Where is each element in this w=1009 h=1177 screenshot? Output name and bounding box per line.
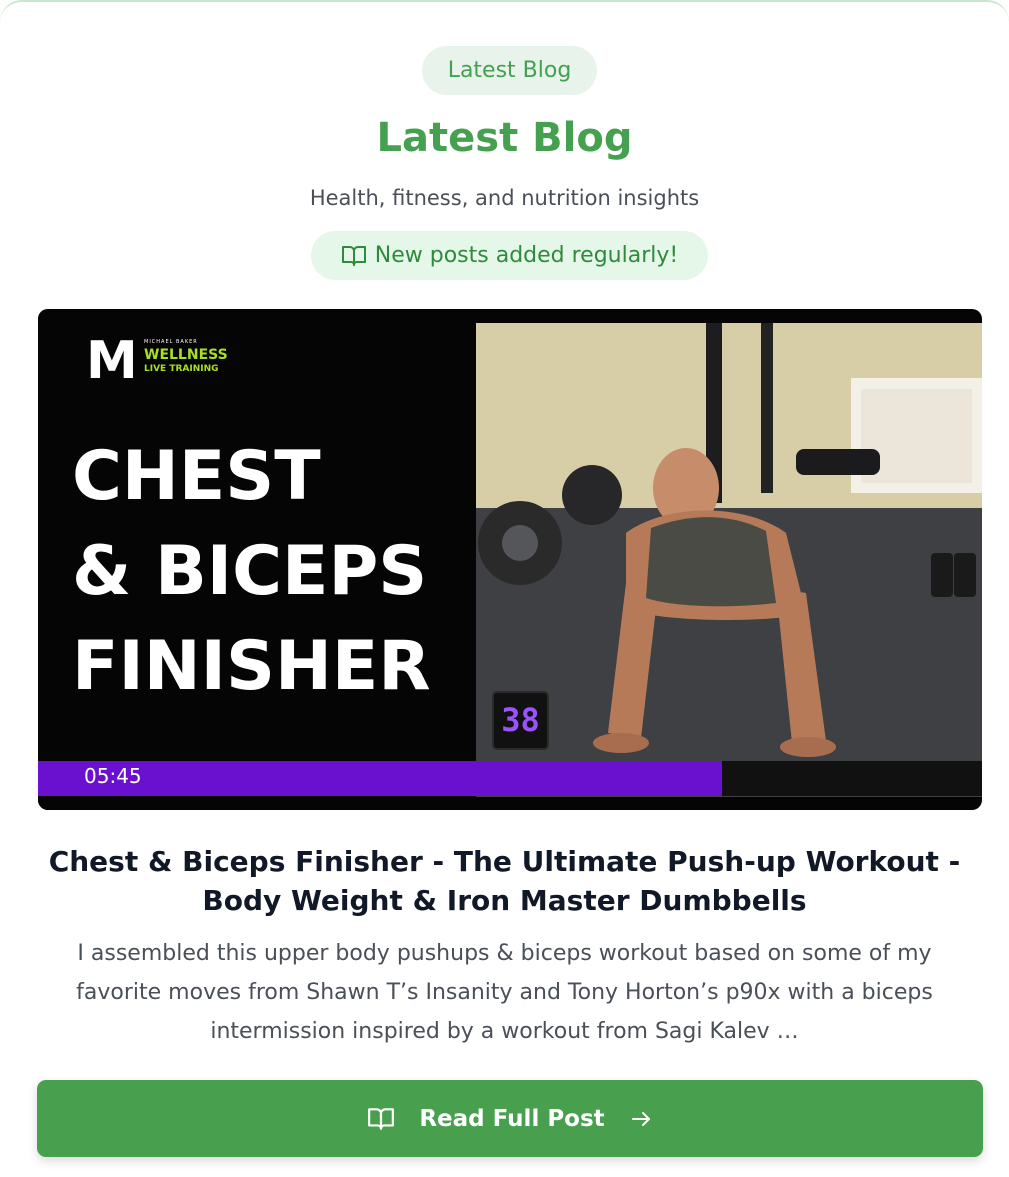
post-title-line: Chest & Biceps Finisher - The Ultimate P… <box>48 845 961 878</box>
brand-logo-name: MICHAEL BAKER <box>144 339 198 345</box>
workout-photo <box>476 323 982 797</box>
blog-section-card: Latest Blog Latest Blog Health, fitness,… <box>0 0 1009 1177</box>
thumbnail-title-panel: M MICHAEL BAKER WELLNESS LIVE TRAINING C… <box>38 309 476 810</box>
post-excerpt-line: intermission inspired by a workout from … <box>210 1019 799 1044</box>
read-full-post-button[interactable]: Read Full Post <box>37 1080 983 1157</box>
new-posts-notice-text: New posts added regularly! <box>374 243 679 268</box>
thumbnail-headline-line: & BICEPS <box>72 532 428 611</box>
video-timestamp: 05:45 <box>84 764 142 788</box>
thumbnail-headline: CHEST & BICEPS FINISHER <box>72 429 431 714</box>
post-title-line: Body Weight & Iron Master Dumbbells <box>202 884 807 917</box>
workout-photo-illustration <box>476 323 982 797</box>
book-open-icon <box>341 244 367 268</box>
brand-logo-live: LIVE TRAINING <box>144 364 219 374</box>
rep-counter: 38 <box>492 691 549 750</box>
thumbnail-headline-line: CHEST <box>72 437 321 516</box>
post-excerpt-line: favorite moves from Shawn T’s Insanity a… <box>76 980 933 1005</box>
section-badge: Latest Blog <box>422 46 597 95</box>
post-title[interactable]: Chest & Biceps Finisher - The Ultimate P… <box>40 842 969 920</box>
brand-logo-letter: M <box>86 331 138 391</box>
post-excerpt-line: I assembled this upper body pushups & bi… <box>77 941 932 966</box>
section-subtitle: Health, fitness, and nutrition insights <box>309 186 700 210</box>
arrow-right-icon <box>629 1107 653 1131</box>
section-title: Latest Blog <box>376 115 633 161</box>
read-full-post-label: Read Full Post <box>419 1105 605 1132</box>
brand-logo-wellness: WELLNESS <box>144 347 228 363</box>
post-excerpt: I assembled this upper body pushups & bi… <box>40 934 969 1051</box>
post-thumbnail[interactable]: M MICHAEL BAKER WELLNESS LIVE TRAINING C… <box>38 309 982 810</box>
thumbnail-headline-line: FINISHER <box>72 627 431 706</box>
book-open-icon <box>367 1106 395 1132</box>
new-posts-notice: New posts added regularly! <box>311 231 708 280</box>
